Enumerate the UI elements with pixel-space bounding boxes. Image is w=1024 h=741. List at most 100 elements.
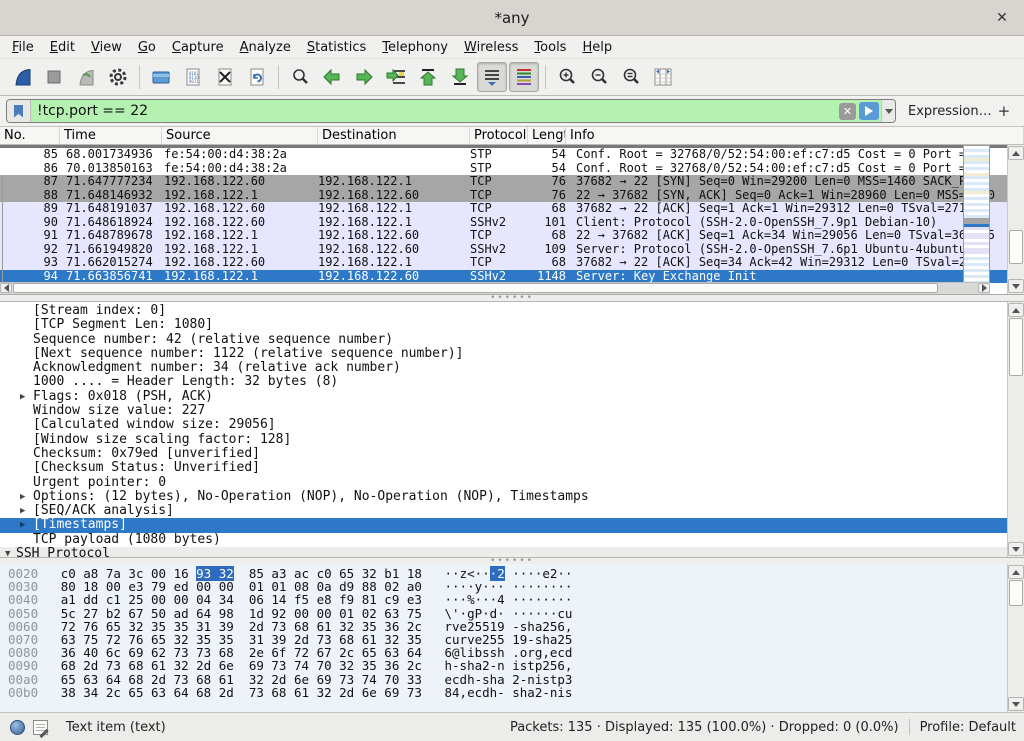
- detail-line[interactable]: TCP payload (1080 bytes): [0, 533, 1007, 547]
- capture-options-gear-icon[interactable]: [103, 62, 133, 92]
- menu-statistics[interactable]: Statistics: [299, 38, 374, 57]
- hex-dump[interactable]: 0020 c0 a8 7a 3c 00 16 93 32 85 a3 ac c0…: [8, 567, 572, 699]
- packet-list-vscrollbar[interactable]: [1007, 145, 1024, 294]
- hex-row-00a0[interactable]: 00a0 65 63 64 68 2d 73 68 61 32 2d 6e 69…: [8, 673, 572, 686]
- hex-row-0050[interactable]: 0050 5c 27 b2 67 50 ad 64 98 1d 92 00 00…: [8, 607, 572, 620]
- go-to-packet-icon[interactable]: [381, 62, 411, 92]
- auto-scroll-toggle-icon[interactable]: [477, 62, 507, 92]
- zoom-in-magnifier-icon[interactable]: [552, 62, 582, 92]
- filter-history-dropdown[interactable]: [881, 100, 895, 122]
- add-filter-button-plus[interactable]: +: [992, 102, 1017, 120]
- menu-view[interactable]: View: [83, 38, 130, 57]
- detail-line[interactable]: ▶[Timestamps]: [0, 518, 1007, 532]
- column-header-time[interactable]: Time: [60, 127, 162, 144]
- menu-telephony[interactable]: Telephony: [374, 38, 456, 57]
- detail-line[interactable]: Acknowledgment number: 34 (relative ack …: [0, 361, 1007, 375]
- column-header-destination[interactable]: Destination: [318, 127, 470, 144]
- bytes-vscrollbar[interactable]: [1007, 564, 1024, 712]
- detail-line[interactable]: Sequence number: 42 (relative sequence n…: [0, 333, 1007, 347]
- zoom-original-magnifier-icon[interactable]: [616, 62, 646, 92]
- close-file-icon[interactable]: [210, 62, 240, 92]
- hex-row-0090[interactable]: 0090 68 2d 73 68 61 32 2d 6e 69 73 74 70…: [8, 659, 572, 672]
- reload-file-icon[interactable]: [242, 62, 272, 92]
- column-header-length[interactable]: Length: [528, 127, 566, 144]
- scroll-right-arrow[interactable]: [978, 283, 990, 293]
- menu-wireless[interactable]: Wireless: [456, 38, 526, 57]
- go-to-bottom-icon[interactable]: [445, 62, 475, 92]
- menu-edit[interactable]: Edit: [42, 38, 83, 57]
- stop-capture-icon[interactable]: [39, 62, 69, 92]
- start-capture-fin-icon[interactable]: [7, 62, 37, 92]
- save-file-icon[interactable]: 010101100011: [178, 62, 208, 92]
- colorize-toggle-icon[interactable]: [509, 62, 539, 92]
- scroll-left-arrow[interactable]: [0, 283, 12, 293]
- scroll-down-arrow[interactable]: [1008, 697, 1024, 711]
- expander-down-icon[interactable]: ▼: [5, 547, 10, 558]
- detail-line[interactable]: Checksum: 0x79ed [unverified]: [0, 447, 1007, 461]
- scroll-up-arrow[interactable]: [1008, 303, 1024, 317]
- expert-info-icon[interactable]: [10, 720, 25, 735]
- zoom-out-magnifier-icon[interactable]: [584, 62, 614, 92]
- expander-right-icon[interactable]: ▶: [20, 518, 25, 532]
- detail-line[interactable]: Window size value: 227: [0, 404, 1007, 418]
- scroll-up-arrow[interactable]: [1008, 146, 1024, 160]
- menu-help[interactable]: Help: [574, 38, 620, 57]
- menu-file[interactable]: File: [4, 38, 42, 57]
- hex-row-00b0[interactable]: 00b0 38 34 2c 65 63 64 68 2d 73 68 61 32…: [8, 686, 572, 699]
- scroll-down-arrow[interactable]: [1008, 279, 1024, 293]
- detail-line[interactable]: 1000 .... = Header Length: 32 bytes (8): [0, 375, 1007, 389]
- menu-capture[interactable]: Capture: [164, 38, 232, 57]
- menu-tools[interactable]: Tools: [526, 38, 574, 57]
- detail-line[interactable]: [Next sequence number: 1122 (relative se…: [0, 347, 1007, 361]
- packet-row-86[interactable]: 8670.013850163fe:54:00:d4:38:2aSTP54Conf…: [0, 162, 1024, 176]
- packet-row-93[interactable]: 9371.662015274192.168.122.60192.168.122.…: [0, 256, 1024, 270]
- resize-columns-icon[interactable]: [648, 62, 678, 92]
- column-header-protocol[interactable]: Protocol: [470, 127, 528, 144]
- expander-right-icon[interactable]: ▶: [20, 390, 25, 404]
- hex-row-0040[interactable]: 0040 a1 dd c1 25 00 00 04 34 06 14 f5 e8…: [8, 593, 572, 606]
- open-file-folder-icon[interactable]: [146, 62, 176, 92]
- detail-line[interactable]: [Stream index: 0]: [0, 304, 1007, 318]
- packet-row-87[interactable]: 8771.647777234192.168.122.60192.168.122.…: [0, 175, 1024, 189]
- filter-bookmark-button[interactable]: [7, 100, 31, 122]
- restart-capture-icon[interactable]: [71, 62, 101, 92]
- scroll-down-arrow[interactable]: [1008, 542, 1024, 556]
- expander-right-icon[interactable]: ▶: [20, 504, 25, 518]
- menu-go[interactable]: Go: [130, 38, 164, 57]
- detail-line[interactable]: Urgent pointer: 0: [0, 476, 1007, 490]
- packet-row-85[interactable]: 8568.001734936fe:54:00:d4:38:2aSTP54Conf…: [0, 148, 1024, 162]
- vscroll-thumb[interactable]: [1009, 580, 1023, 606]
- filter-clear-icon[interactable]: ✕: [839, 103, 856, 120]
- detail-line[interactable]: ▶[SEQ/ACK analysis]: [0, 504, 1007, 518]
- vscroll-thumb[interactable]: [1009, 230, 1023, 264]
- filter-apply-button[interactable]: [859, 102, 879, 120]
- packet-list-hscrollbar[interactable]: [0, 282, 990, 294]
- expander-right-icon[interactable]: ▶: [20, 490, 25, 504]
- menu-analyze[interactable]: Analyze: [232, 38, 299, 57]
- display-filter-input[interactable]: [31, 100, 839, 122]
- detail-line[interactable]: [Checksum Status: Unverified]: [0, 461, 1007, 475]
- vscroll-thumb[interactable]: [1009, 318, 1023, 376]
- details-vscrollbar[interactable]: [1007, 302, 1024, 557]
- packet-row-90[interactable]: 9071.648618924192.168.122.60192.168.122.…: [0, 216, 1024, 230]
- packet-row-89[interactable]: 8971.648191037192.168.122.60192.168.122.…: [0, 202, 1024, 216]
- hscroll-thumb[interactable]: [13, 283, 938, 293]
- expression-button[interactable]: Expression…: [908, 104, 992, 119]
- profile-text[interactable]: Profile: Default: [920, 720, 1016, 735]
- scroll-up-arrow[interactable]: [1008, 565, 1024, 579]
- detail-line[interactable]: ▼SSH Protocol: [0, 547, 1007, 558]
- column-header-info[interactable]: Info: [566, 127, 1024, 144]
- hex-row-0060[interactable]: 0060 72 76 65 32 35 35 31 39 2d 73 68 61…: [8, 620, 572, 633]
- packet-row-91[interactable]: 9171.648789678192.168.122.1192.168.122.6…: [0, 229, 1024, 243]
- packet-row-88[interactable]: 8871.648146932192.168.122.1192.168.122.6…: [0, 189, 1024, 203]
- intelligent-scrollbar-minimap[interactable]: [963, 145, 990, 283]
- go-forward-arrow-icon[interactable]: [349, 62, 379, 92]
- detail-line[interactable]: ▶Options: (12 bytes), No-Operation (NOP)…: [0, 490, 1007, 504]
- detail-line[interactable]: [Window size scaling factor: 128]: [0, 433, 1007, 447]
- find-packet-magnifier-icon[interactable]: [285, 62, 315, 92]
- go-back-arrow-icon[interactable]: [317, 62, 347, 92]
- detail-line[interactable]: [Calculated window size: 29056]: [0, 418, 1007, 432]
- detail-line[interactable]: ▶Flags: 0x018 (PSH, ACK): [0, 390, 1007, 404]
- close-icon[interactable]: ✕: [992, 8, 1012, 28]
- capture-comment-icon[interactable]: [33, 720, 48, 735]
